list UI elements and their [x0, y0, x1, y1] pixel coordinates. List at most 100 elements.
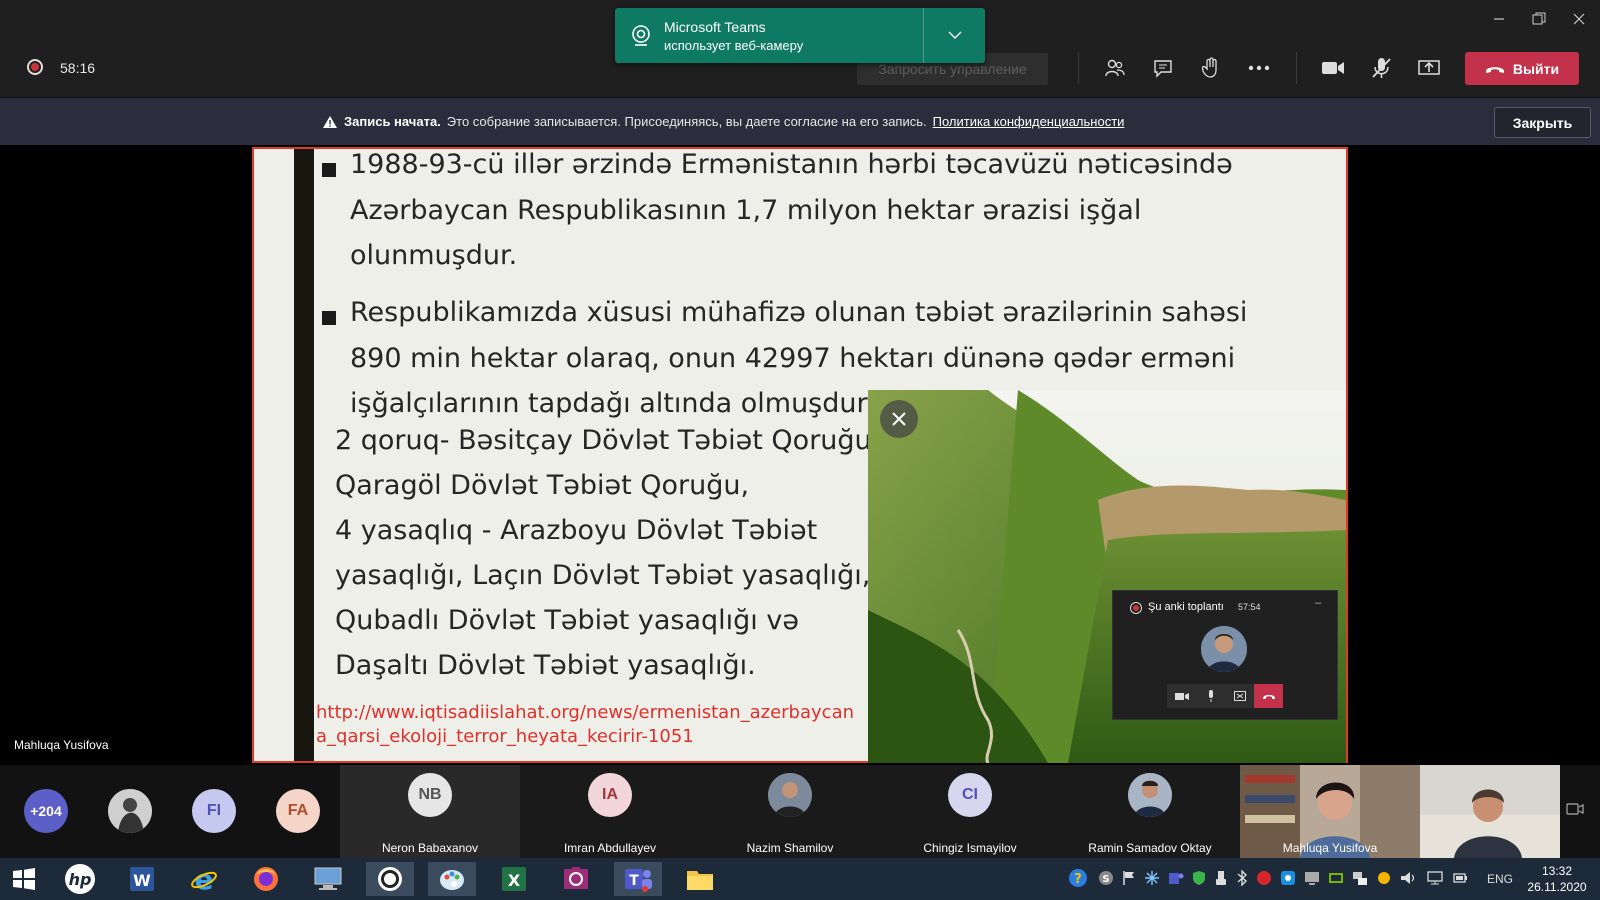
app-tray-icon[interactable] [1280, 870, 1296, 889]
source-url-line1[interactable]: http://www.iqtisadiislahat.org/news/erme… [316, 702, 854, 723]
close-window-button[interactable] [1559, 6, 1599, 32]
mini-window-title: Şu anki toplantı [1148, 601, 1224, 613]
gpu-tray-icon[interactable] [1328, 870, 1344, 889]
slide-line: olunmuşdur. [350, 240, 518, 271]
webcam-notification[interactable]: Microsoft Teams использует веб-камеру [615, 8, 985, 63]
flag-icon [1123, 871, 1134, 885]
teams-tray-icon[interactable] [1168, 870, 1184, 889]
overflow-participants-badge[interactable]: +204 [24, 789, 68, 833]
source-url-line2[interactable]: a_qarsi_ekoloji_terror_heyata_kecirir-10… [316, 726, 694, 747]
slide-line: işğalçılarının tapdağı altında olmuşdur: [350, 388, 877, 419]
notification-expand-button[interactable] [935, 25, 975, 45]
recording-icon [27, 59, 43, 75]
mute-button[interactable] [1366, 54, 1396, 82]
hand-icon [1201, 57, 1217, 78]
mini-minimize-button[interactable]: – [1315, 597, 1321, 609]
chevron-down-icon [948, 31, 962, 39]
volume-tray-icon[interactable] [1400, 870, 1418, 889]
mini-hang-up-button[interactable] [1254, 684, 1283, 708]
participant-tile[interactable]: Ramin Samadov Oktay [1060, 765, 1240, 858]
help-tray-icon[interactable]: ? [1068, 868, 1088, 891]
teams-app-icon[interactable]: T [614, 862, 662, 896]
mini-share-button[interactable] [1225, 684, 1254, 708]
network-wifi-icon [1427, 871, 1443, 885]
hp-app-icon[interactable]: hp [56, 862, 104, 896]
avatar[interactable] [108, 789, 152, 833]
close-icon [1573, 13, 1585, 25]
participant-name: Mahluqa Yusifova [1282, 841, 1378, 855]
warning-icon [323, 115, 337, 128]
ie-app-icon[interactable]: e [180, 862, 228, 896]
close-photo-button[interactable] [880, 400, 918, 438]
bluetooth-tray-icon[interactable] [1236, 869, 1248, 889]
participant-video-tile[interactable]: Mahluqa Yusifova [1240, 765, 1420, 858]
camera-button[interactable] [1318, 54, 1348, 82]
participant-tile[interactable]: NB Neron Babaxanov [340, 765, 520, 858]
participant-tile[interactable]: IA Imran Abdullayev [520, 765, 700, 858]
network-share-tray-icon[interactable] [1352, 870, 1368, 889]
camera-app-icon[interactable] [552, 862, 600, 896]
display-tray-icon[interactable] [1304, 870, 1320, 889]
participants-button[interactable] [1100, 54, 1130, 82]
computer-icon [314, 867, 342, 890]
hang-up-icon [1485, 66, 1504, 73]
start-button[interactable] [0, 862, 48, 896]
participant-tile[interactable]: Nazim Shamilov [700, 765, 880, 858]
restore-icon [1532, 12, 1546, 25]
flag-tray-icon[interactable] [1122, 870, 1136, 889]
mini-meeting-window[interactable]: Şu anki toplantı 57:54 – [1112, 590, 1338, 720]
avatar [768, 773, 812, 817]
control-panel-app-icon[interactable] [304, 862, 352, 896]
avatar-initials[interactable]: FI [192, 789, 236, 833]
participant-tile[interactable]: CI Chingiz Ismayilov [880, 765, 1060, 858]
excel-app-icon[interactable]: X [490, 862, 538, 896]
battery-tray-icon[interactable] [1452, 870, 1468, 889]
restore-button[interactable] [1519, 6, 1559, 32]
obs-app-icon[interactable] [366, 862, 414, 896]
skype-tray-icon[interactable]: S [1098, 870, 1114, 889]
leave-button[interactable]: Выйти [1465, 52, 1579, 85]
svg-text:hp: hp [69, 870, 92, 889]
mini-mic-button[interactable] [1196, 684, 1225, 708]
word-app-icon[interactable]: W [118, 862, 166, 896]
taskbar-clock[interactable]: 13:32 26.11.2020 [1524, 863, 1590, 895]
shield-tray-icon[interactable] [1192, 870, 1206, 889]
internet-explorer-icon: e [191, 865, 217, 893]
raise-hand-button[interactable] [1196, 54, 1226, 82]
more-actions-button[interactable] [1244, 54, 1274, 82]
firefox-app-icon[interactable] [242, 862, 290, 896]
close-banner-button[interactable]: Закрыть [1494, 107, 1591, 138]
file-explorer-app-icon[interactable] [676, 862, 724, 896]
usb-tray-icon[interactable] [1214, 870, 1228, 889]
video-options-button[interactable] [1566, 801, 1584, 822]
microphone-muted-icon [1372, 58, 1391, 78]
camera-icon [1322, 62, 1344, 74]
mini-camera-button[interactable] [1167, 684, 1196, 708]
antivirus-tray-icon[interactable] [1256, 870, 1272, 889]
avatar-initials[interactable]: FA [276, 789, 320, 833]
shield-icon [1193, 871, 1205, 885]
svg-text:T: T [629, 873, 639, 889]
firefox-icon [254, 867, 278, 891]
folder-icon [687, 871, 713, 890]
paint-app-icon[interactable] [428, 862, 476, 896]
participant-video-tile[interactable] [1420, 765, 1560, 858]
camera-icon [1174, 692, 1189, 700]
minimize-icon [1494, 18, 1504, 20]
avatar [1201, 626, 1247, 672]
chat-button[interactable] [1148, 54, 1178, 82]
toolbar-divider [1296, 52, 1297, 84]
share-screen-button[interactable] [1414, 54, 1444, 82]
mini-window-timer: 57:54 [1238, 602, 1261, 612]
privacy-policy-link[interactable]: Политика конфиденциальности [933, 114, 1125, 129]
participant-name: Neron Babaxanov [381, 841, 479, 855]
slide-line: Respublikamızda xüsusi mühafizə olunan t… [350, 297, 1248, 328]
minimize-button[interactable] [1479, 6, 1519, 32]
recording-message: Запись начата. Это собрание записывается… [322, 114, 1124, 129]
wifi-tray-icon[interactable] [1426, 870, 1444, 889]
obs-icon [378, 867, 402, 891]
weather-tray-icon[interactable] [1376, 870, 1392, 889]
input-language[interactable]: ENG [1487, 872, 1513, 886]
snowflake-tray-icon[interactable] [1144, 870, 1160, 889]
svg-text:X: X [508, 871, 521, 890]
